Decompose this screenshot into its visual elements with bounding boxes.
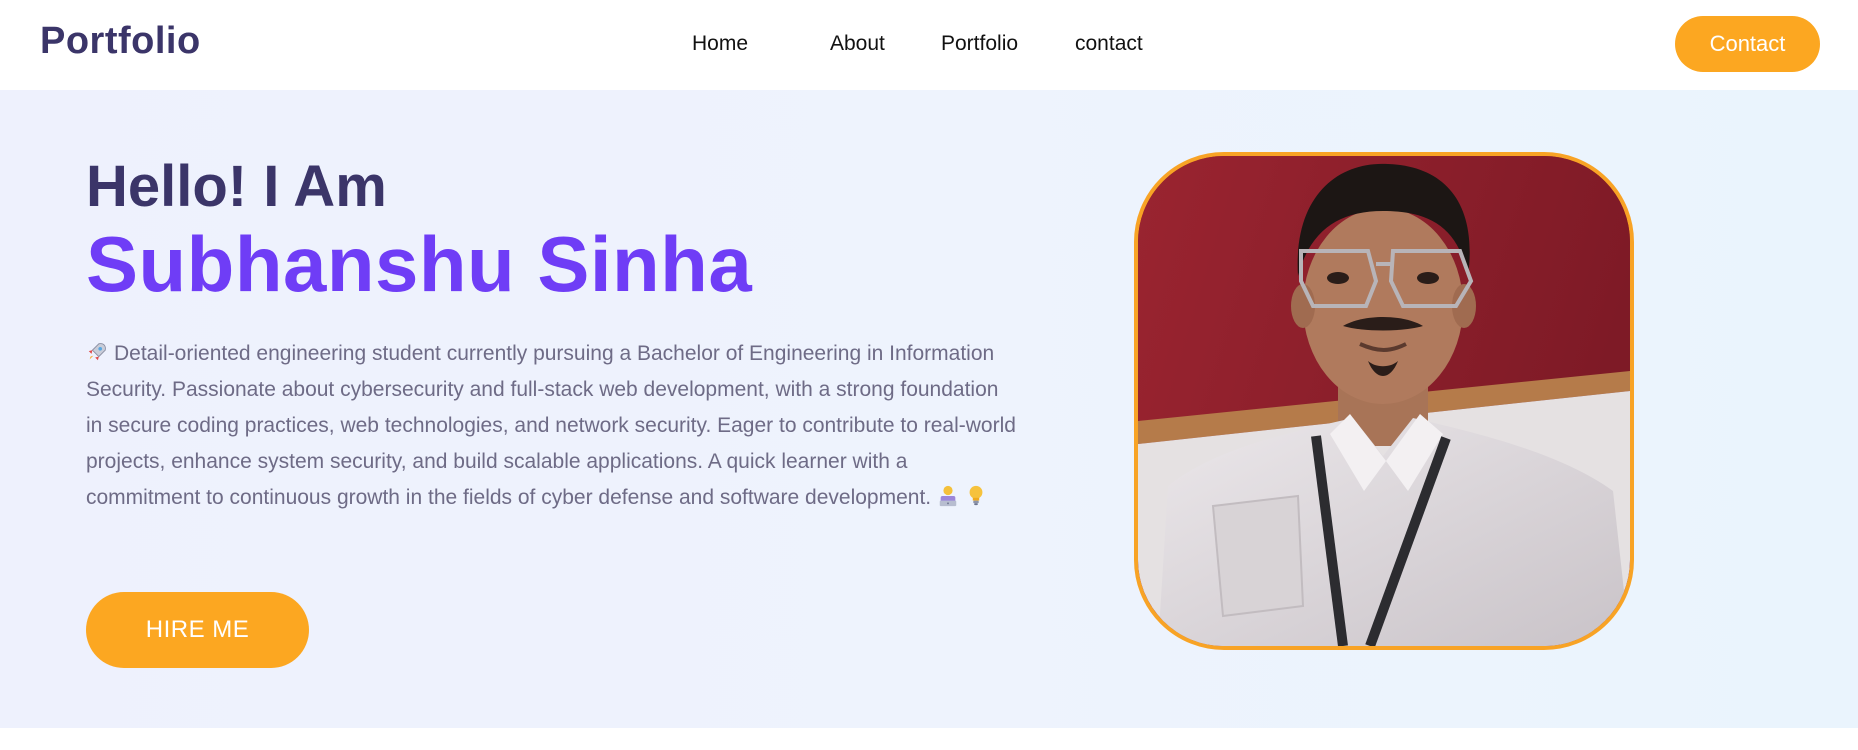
technologist-icon: [937, 484, 959, 508]
nav-item-contact[interactable]: contact: [1075, 30, 1143, 58]
site-header: Portfolio Home About Portfolio contact C…: [0, 0, 1858, 90]
hero-bio-paragraph: Detail-oriented engineering student curr…: [86, 336, 1016, 516]
lightbulb-icon: [965, 484, 987, 508]
rocket-icon: [86, 339, 108, 361]
site-logo[interactable]: Portfolio: [40, 18, 201, 64]
hero-name: Subhanshu Sinha: [86, 220, 753, 308]
section-divider: [0, 728, 1858, 750]
profile-photo: [1134, 152, 1634, 650]
contact-button[interactable]: Contact: [1675, 16, 1820, 72]
nav-item-portfolio[interactable]: Portfolio: [941, 30, 1018, 58]
nav-item-about[interactable]: About: [830, 30, 885, 58]
hire-me-button[interactable]: HIRE ME: [86, 592, 309, 668]
nav-item-home[interactable]: Home: [692, 30, 748, 58]
hero-greeting: Hello! I Am: [86, 154, 387, 219]
hero-bio-text: Detail-oriented engineering student curr…: [86, 342, 1016, 509]
hero-section: Hello! I Am Subhanshu Sinha Detail-orien…: [0, 90, 1858, 728]
